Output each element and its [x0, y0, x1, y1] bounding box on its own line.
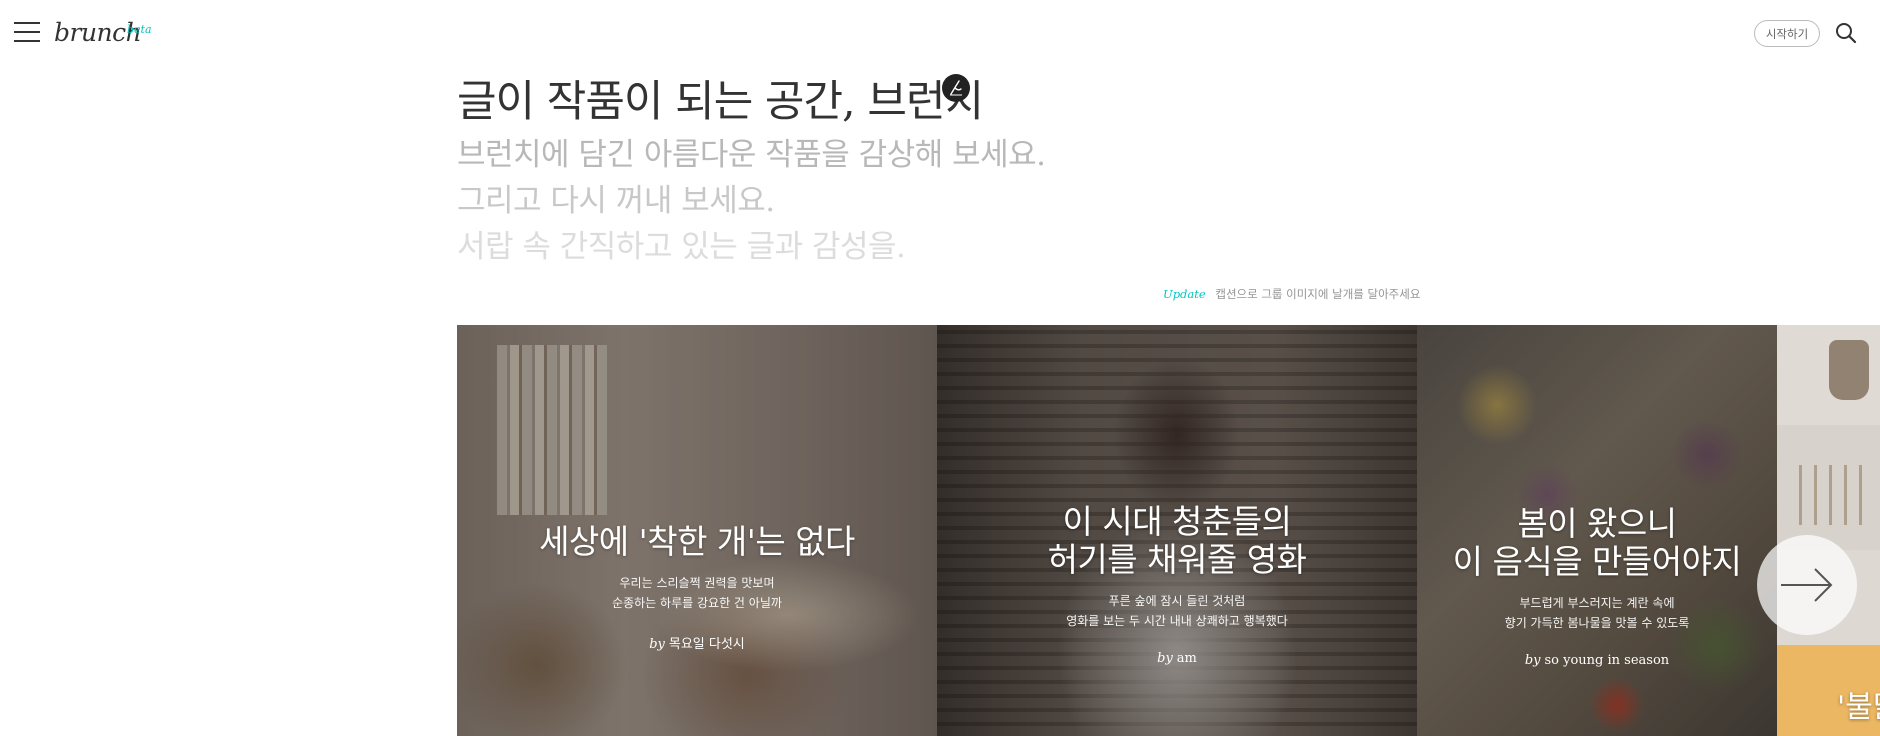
update-text: 캡션으로 그룹 이미지에 날개를 달아주세요 — [1215, 287, 1421, 301]
hamburger-icon-line — [14, 31, 40, 33]
card-author: by am — [937, 651, 1417, 666]
card-author: by so young in season — [1417, 653, 1777, 668]
card-text: 세상에 '착한 개'는 없다 우리는 스리슬쩍 권력을 맛보며 순종하는 하루를… — [457, 522, 937, 653]
pen-icon — [950, 80, 962, 96]
menu-button[interactable] — [14, 22, 40, 44]
card-title: '불닭' — [1837, 690, 1880, 725]
featured-card[interactable]: 이 시대 청춘들의 허기를 채워줄 영화 푸른 숲에 잠시 들린 것처럼 영화를… — [937, 325, 1417, 736]
card-title: 봄이 왔으니 이 음식을 만들어야지 — [1452, 504, 1742, 581]
intro-line: 브런치에 담긴 아름다운 작품을 감상해 보세요. — [457, 137, 1046, 173]
featured-card[interactable]: '불닭' — [1777, 325, 1880, 736]
arrow-right-icon — [1781, 568, 1833, 602]
card-desc: 푸른 숲에 잠시 들린 것처럼 영화를 보는 두 시간 내내 상쾌하고 행복했다 — [1066, 594, 1288, 628]
featured-card[interactable]: 봄이 왔으니 이 음식을 만들어야지 부드럽게 부스러지는 계란 속에 향기 가… — [1417, 325, 1777, 736]
hamburger-icon-line — [14, 40, 40, 42]
search-icon — [1836, 23, 1857, 44]
featured-slider: 세상에 '착한 개'는 없다 우리는 스리슬쩍 권력을 맛보며 순종하는 하루를… — [457, 325, 1880, 736]
card-desc: 부드럽게 부스러지는 계란 속에 향기 가득한 봄나물을 맛볼 수 있도록 — [1504, 596, 1690, 630]
update-tag: Update — [1163, 287, 1206, 301]
featured-card[interactable]: 세상에 '착한 개'는 없다 우리는 스리슬쩍 권력을 맛보며 순종하는 하루를… — [457, 325, 937, 736]
start-button[interactable]: 시작하기 — [1754, 20, 1820, 47]
by-label: by — [1524, 653, 1541, 668]
author-name: so young in season — [1544, 653, 1670, 668]
hamburger-icon — [14, 22, 40, 24]
intro-line: 서랍 속 간직하고 있는 글과 감성을. — [457, 229, 906, 265]
intro-title: 글이 작품이 되는 공간, 브런치 — [457, 77, 984, 127]
intro-line: 그리고 다시 꺼내 보세요. — [457, 183, 775, 219]
search-button[interactable] — [1835, 22, 1859, 46]
update-notice[interactable]: Update 캡션으로 그룹 이미지에 날개를 달아주세요 — [1163, 286, 1420, 302]
author-name: am — [1176, 651, 1197, 666]
by-label: by — [1157, 651, 1173, 666]
card-text: 이 시대 청춘들의 허기를 채워줄 영화 푸른 숲에 잠시 들린 것처럼 영화를… — [937, 502, 1417, 667]
by-label: by — [649, 637, 665, 652]
intro-section: 글이 작품이 되는 공간, 브런치 브런치에 담긴 아름다운 작품을 감상해 보… — [457, 72, 1457, 270]
beta-label: beta — [127, 23, 152, 36]
card-desc: 우리는 스리슬쩍 권력을 맛보며 순종하는 하루를 강요한 건 아닐까 — [612, 576, 782, 610]
card-title: 세상에 '착한 개'는 없다 — [539, 522, 855, 561]
card-author: by 목요일 다섯시 — [457, 633, 937, 652]
card-overlay — [1777, 325, 1880, 736]
next-slide-button[interactable] — [1757, 535, 1857, 635]
pen-badge — [942, 74, 970, 102]
card-text: 봄이 왔으니 이 음식을 만들어야지 부드럽게 부스러지는 계란 속에 향기 가… — [1417, 504, 1777, 669]
author-name: 목요일 다섯시 — [668, 637, 745, 652]
card-title: 이 시대 청춘들의 허기를 채워줄 영화 — [1047, 502, 1307, 579]
